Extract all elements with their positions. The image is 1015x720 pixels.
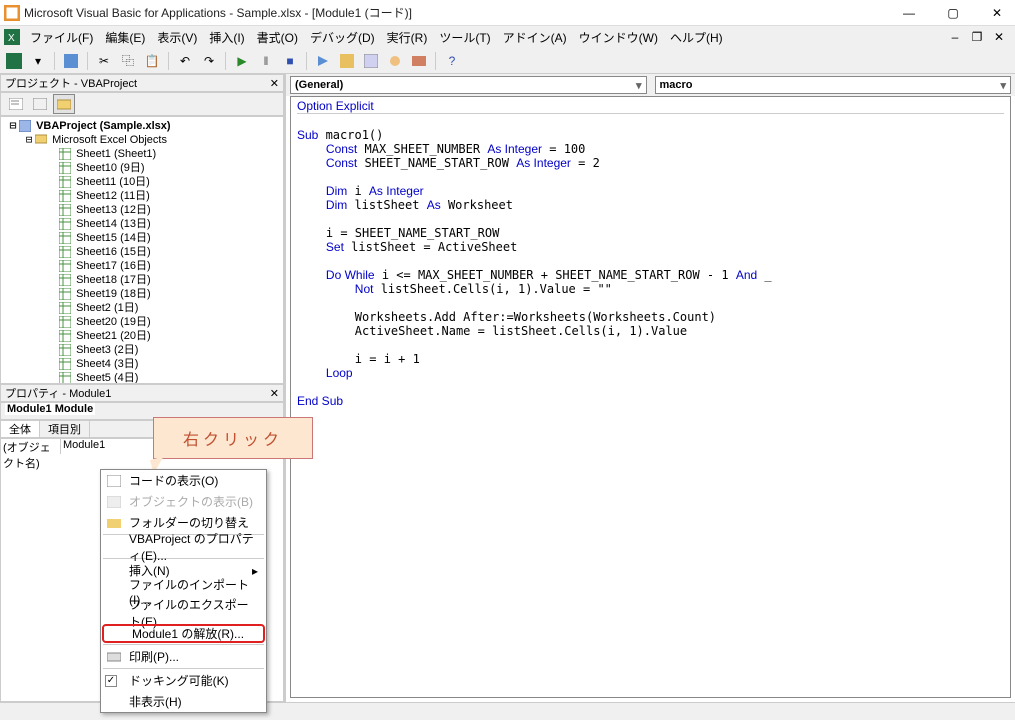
menubar: X ファイル(F) 編集(E) 表示(V) 挿入(I) 書式(O) デバッグ(D… [0, 26, 1015, 48]
redo-icon[interactable]: ↷ [199, 51, 219, 71]
minimize-button[interactable]: — [895, 4, 923, 22]
properties-label: プロパティ - Module1 [5, 385, 111, 401]
property-key: (オブジェクト名) [1, 439, 61, 454]
pause-icon[interactable]: ‖ [256, 51, 276, 71]
excel-icon[interactable]: X [4, 29, 20, 45]
folder-icon [105, 515, 123, 531]
properties-close[interactable]: ✕ [270, 387, 279, 400]
printer-icon [105, 649, 123, 665]
tree-sheet[interactable]: Sheet1 (Sheet1) [3, 147, 281, 161]
window-title: Microsoft Visual Basic for Applications … [24, 4, 895, 21]
cm-export[interactable]: ファイルのエクスポート(E)... [101, 602, 266, 623]
code-icon [105, 473, 123, 489]
properties-title: プロパティ - Module1 ✕ [0, 384, 284, 402]
tree-sheet[interactable]: Sheet17 (16日) [3, 259, 281, 273]
undo-icon[interactable]: ↶ [175, 51, 195, 71]
menu-window[interactable]: ウインドウ(W) [573, 29, 664, 46]
cut-icon[interactable]: ✂ [94, 51, 114, 71]
annotation-callout: 右クリック [153, 417, 313, 459]
mdi-minimize[interactable]: – [947, 29, 963, 45]
copy-icon[interactable]: ⿻ [118, 51, 138, 71]
menu-view[interactable]: 表示(V) [151, 29, 203, 46]
view-excel-icon[interactable] [4, 51, 24, 71]
help-icon[interactable]: ? [442, 51, 462, 71]
tree-sheet[interactable]: Sheet15 (14日) [3, 231, 281, 245]
stop-icon[interactable]: ■ [280, 51, 300, 71]
mdi-controls: – ❐ ✕ [947, 29, 1011, 45]
prop-tab-all[interactable]: 全体 [1, 421, 40, 437]
procedure-combo-value: macro [660, 79, 693, 91]
tree-sheet[interactable]: Sheet3 (2日) [3, 343, 281, 357]
chevron-down-icon: ▾ [636, 79, 642, 92]
toolbar: ▾ ✂ ⿻ 📋 ↶ ↷ ▶ ‖ ■ ? [0, 48, 1015, 74]
paste-icon[interactable]: 📋 [142, 51, 162, 71]
tree-sheet[interactable]: Sheet12 (11日) [3, 189, 281, 203]
check-icon: ✓ [105, 675, 117, 687]
project-explorer-title: プロジェクト - VBAProject ✕ [0, 74, 284, 92]
cm-dockable[interactable]: ✓ドッキング可能(K) [101, 670, 266, 691]
chevron-down-icon: ▾ [1000, 79, 1006, 92]
cm-print[interactable]: 印刷(P)... [101, 646, 266, 667]
tree-sheet[interactable]: Sheet14 (13日) [3, 217, 281, 231]
object-browser-icon[interactable] [385, 51, 405, 71]
vba-app-icon [4, 5, 20, 21]
titlebar: Microsoft Visual Basic for Applications … [0, 0, 1015, 26]
tree-sheet[interactable]: Sheet11 (10日) [3, 175, 281, 189]
menu-edit[interactable]: 編集(E) [99, 29, 151, 46]
close-button[interactable]: ✕ [983, 4, 1011, 22]
tree-sheet[interactable]: Sheet10 (9日) [3, 161, 281, 175]
menu-file[interactable]: ファイル(F) [24, 29, 99, 46]
menu-format[interactable]: 書式(O) [251, 29, 304, 46]
object-combo-value: (General) [295, 79, 343, 91]
object-combo[interactable]: (General) ▾ [290, 76, 647, 94]
properties-icon[interactable] [361, 51, 381, 71]
design-mode-icon[interactable] [313, 51, 333, 71]
mdi-close[interactable]: ✕ [991, 29, 1007, 45]
tree-sheet[interactable]: Sheet2 (1日) [3, 301, 281, 315]
toolbox-icon[interactable] [409, 51, 429, 71]
run-icon[interactable]: ▶ [232, 51, 252, 71]
cm-project-properties[interactable]: VBAProject のプロパティ(E)... [101, 536, 266, 557]
dropdown-indicator[interactable]: ▾ [28, 51, 48, 71]
tree-sheet[interactable]: Sheet19 (18日) [3, 287, 281, 301]
code-combo-row: (General) ▾ macro ▾ [286, 74, 1015, 96]
menu-tools[interactable]: ツール(T) [433, 29, 496, 46]
project-explorer-label: プロジェクト - VBAProject [5, 75, 137, 91]
tree-excel-objects[interactable]: ⊟ Microsoft Excel Objects [3, 133, 281, 147]
tree-sheet[interactable]: Sheet4 (3日) [3, 357, 281, 371]
tree-sheet[interactable]: Sheet21 (20日) [3, 329, 281, 343]
view-object-icon[interactable] [29, 94, 51, 114]
tree-vbaproject[interactable]: ⊟ VBAProject (Sample.xlsx) [3, 119, 281, 133]
save-icon[interactable] [61, 51, 81, 71]
form-icon [105, 494, 123, 510]
menu-insert[interactable]: 挿入(I) [203, 29, 250, 46]
mdi-restore[interactable]: ❐ [969, 29, 985, 45]
menu-run[interactable]: 実行(R) [381, 29, 434, 46]
folder-toggle-icon[interactable] [53, 94, 75, 114]
prop-tab-categorized[interactable]: 項目別 [40, 421, 90, 437]
project-explorer-close[interactable]: ✕ [270, 77, 279, 90]
cm-show-code[interactable]: コードの表示(O) [101, 470, 266, 491]
menu-addins[interactable]: アドイン(A) [497, 29, 573, 46]
cm-remove-module[interactable]: Module1 の解放(R)... [102, 624, 265, 643]
maximize-button[interactable]: ▢ [939, 4, 967, 22]
tree-sheet[interactable]: Sheet13 (12日) [3, 203, 281, 217]
context-menu: コードの表示(O) オブジェクトの表示(B) フォルダーの切り替え VBAPro… [100, 469, 267, 713]
svg-text:X: X [8, 33, 15, 44]
cm-hide[interactable]: 非表示(H) [101, 691, 266, 712]
procedure-combo[interactable]: macro ▾ [655, 76, 1012, 94]
project-explorer-icon[interactable] [337, 51, 357, 71]
view-code-icon[interactable] [5, 94, 27, 114]
project-tree[interactable]: ⊟ VBAProject (Sample.xlsx)⊟ Microsoft Ex… [0, 116, 284, 384]
project-toolbar [0, 92, 284, 116]
menu-help[interactable]: ヘルプ(H) [664, 29, 729, 46]
code-editor[interactable]: Option Explicit Sub macro1() Const MAX_S… [290, 96, 1011, 698]
menu-debug[interactable]: デバッグ(D) [304, 29, 381, 46]
tree-sheet[interactable]: Sheet20 (19日) [3, 315, 281, 329]
tree-sheet[interactable]: Sheet5 (4日) [3, 371, 281, 384]
tree-sheet[interactable]: Sheet18 (17日) [3, 273, 281, 287]
cm-show-object: オブジェクトの表示(B) [101, 491, 266, 512]
tree-sheet[interactable]: Sheet16 (15日) [3, 245, 281, 259]
